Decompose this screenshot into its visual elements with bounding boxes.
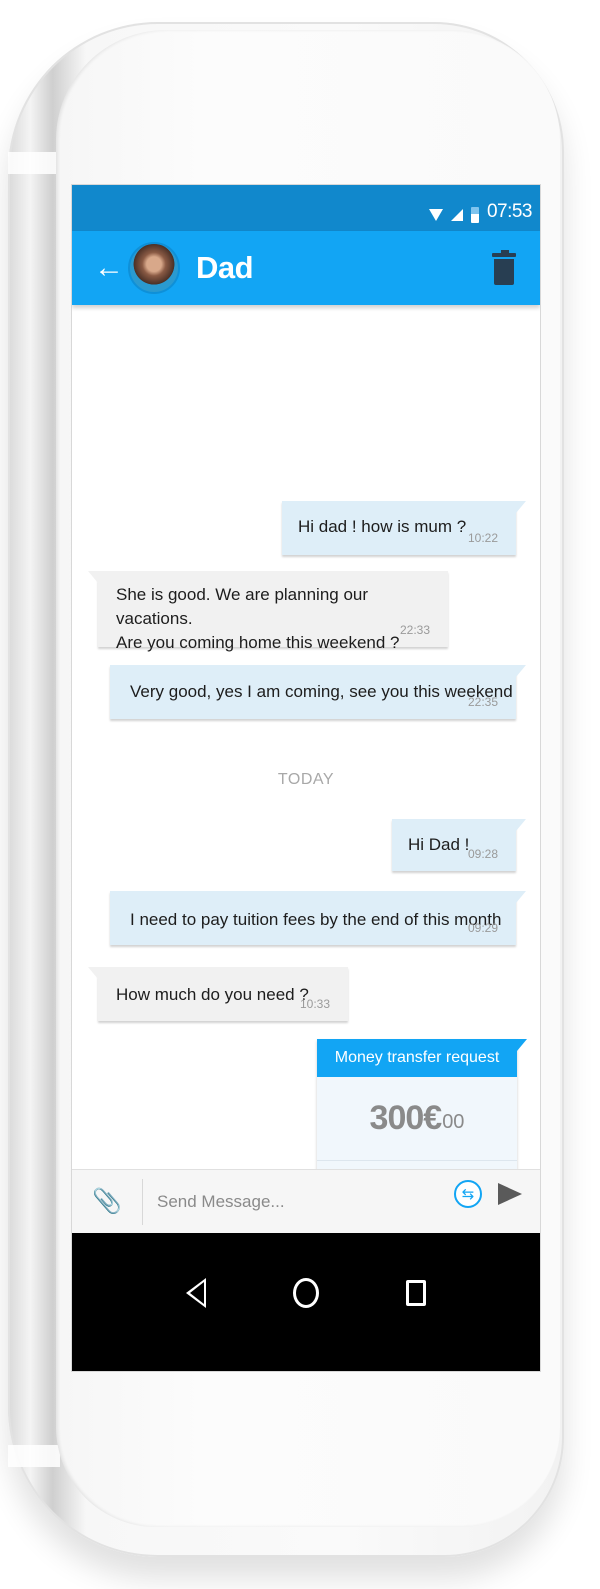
wifi-icon — [428, 209, 443, 221]
status-time: 07:53 — [486, 201, 533, 222]
message-composer: 📎 ⇆ — [72, 1169, 540, 1233]
avatar[interactable] — [128, 242, 180, 294]
nav-recents-icon[interactable] — [406, 1280, 427, 1306]
money-transfer-icon[interactable]: ⇆ — [454, 1179, 482, 1208]
message-list: Hi dad ! how is mum ? 10:22 She is good.… — [72, 305, 540, 1255]
phone-screen: 07:53 ← Dad Hi dad ! how is mum ? 10:22 … — [71, 184, 541, 1372]
transfer-amount-cents: 00 — [442, 1111, 465, 1133]
message-time: 22:33 — [399, 623, 430, 638]
message-time: 22:35 — [467, 695, 498, 710]
trash-icon-lid — [492, 253, 516, 257]
arrow-left-icon[interactable]: ← — [94, 253, 124, 283]
contact-name: Dad — [196, 250, 254, 285]
message-text: Very good, yes I am coming, see you this… — [130, 682, 513, 701]
day-separator: TODAY — [277, 771, 335, 788]
trash-icon-can — [494, 259, 514, 285]
message-incoming: How much do you need ? 10:33 — [88, 967, 348, 1021]
android-nav-bar — [72, 1233, 540, 1371]
message-outgoing: Hi Dad ! 09:28 — [392, 819, 526, 871]
transfer-card-title: Money transfer request — [317, 1039, 517, 1077]
status-bar: 07:53 — [72, 185, 540, 231]
message-text: Hi dad ! how is mum ? — [298, 517, 467, 536]
message-text: Hi Dad ! — [408, 835, 470, 854]
app-bar: ← Dad — [72, 231, 540, 305]
message-time: 10:33 — [299, 997, 330, 1012]
paperclip-icon[interactable]: 📎 — [72, 1187, 142, 1216]
message-time: 09:28 — [467, 847, 498, 862]
message-outgoing: I need to pay tuition fees by the end of… — [110, 891, 526, 945]
message-text: I need to pay tuition fees by the end of… — [130, 910, 502, 929]
nav-back-icon[interactable] — [185, 1278, 206, 1308]
message-text-line: Are you coming home this weekend ? — [116, 632, 400, 652]
transfer-amount-main: 300€ — [369, 1099, 443, 1137]
phone-antenna-band — [8, 152, 60, 174]
message-outgoing: Hi dad ! how is mum ? 10:22 — [282, 501, 526, 555]
message-text: How much do you need ? — [116, 985, 309, 1004]
message-input[interactable] — [143, 1191, 454, 1212]
trash-icon[interactable] — [492, 250, 516, 285]
message-text-line: She is good. We are planning our vacatio… — [116, 585, 369, 628]
cell-signal-icon — [450, 209, 463, 221]
message-incoming: She is good. We are planning our vacatio… — [88, 571, 448, 652]
nav-home-icon[interactable] — [292, 1278, 319, 1308]
message-outgoing: Very good, yes I am coming, see you this… — [110, 665, 526, 719]
battery-icon — [470, 207, 479, 223]
transfer-amount: 300€ 00 — [317, 1077, 517, 1161]
message-time: 10:22 — [467, 531, 498, 546]
send-icon[interactable] — [498, 1182, 522, 1205]
message-time: 09:29 — [467, 921, 498, 936]
phone-antenna-band — [8, 1445, 60, 1467]
